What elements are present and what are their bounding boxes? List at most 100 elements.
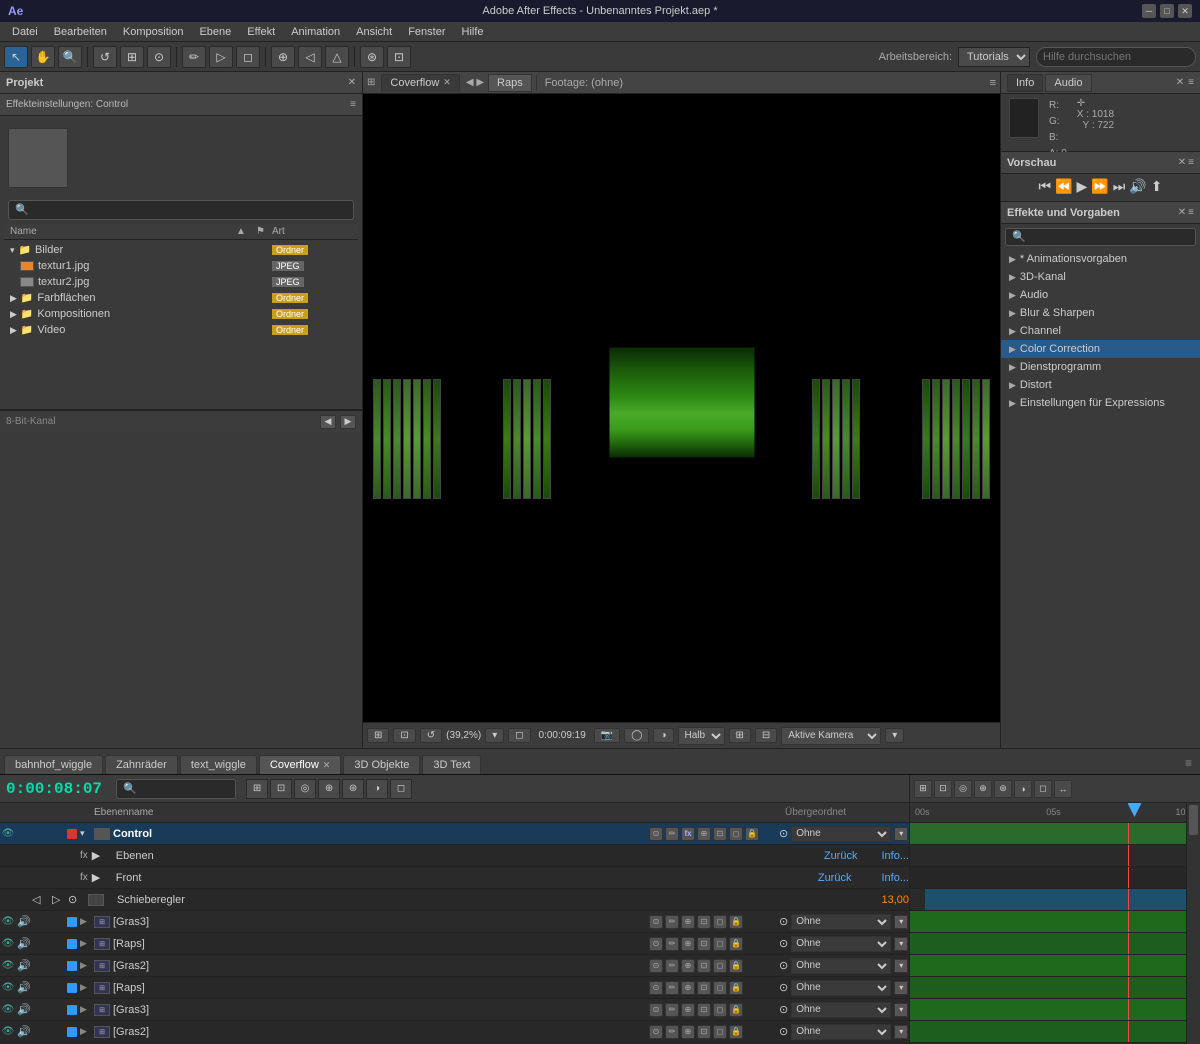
effects-presets-menu-icon[interactable]: ≡	[1188, 207, 1194, 218]
tree-row-textur1[interactable]: textur1.jpg JPEG	[14, 258, 358, 274]
tab-coverflow[interactable]: Coverflow ✕	[259, 755, 341, 774]
minimize-button[interactable]: ─	[1142, 4, 1156, 18]
arrow-right-btn[interactable]: ▶	[340, 415, 356, 429]
effect-animationsvorgaben[interactable]: ▶ * Animationsvorgaben	[1001, 250, 1200, 268]
layer-audio-raps-2[interactable]: 🔊	[16, 981, 32, 994]
fx-icon-g32-6[interactable]: 🔒	[729, 1003, 743, 1017]
effect-3d-kanal[interactable]: ▶ 3D-Kanal	[1001, 268, 1200, 286]
effects-search-input[interactable]	[1005, 228, 1196, 246]
hand-tool[interactable]: ✋	[31, 46, 55, 68]
fx-icon-r1-3[interactable]: ⊕	[681, 937, 695, 951]
parent-btn-raps-1[interactable]: ▾	[894, 937, 908, 951]
layer-expand-gras3-1[interactable]: ▶	[80, 916, 94, 927]
fx-icon-g3-5[interactable]: ◻	[713, 915, 727, 929]
layer-row-front[interactable]: fx ▶ Front Zurück Info...	[0, 867, 909, 889]
fx-icon-g3-1[interactable]: ⊙	[649, 915, 663, 929]
project-panel-close-icon[interactable]: ✕	[348, 77, 356, 88]
camera-dropdown-btn[interactable]: ▾	[885, 728, 904, 743]
fx-icon-g22-3[interactable]: ⊕	[681, 1025, 695, 1039]
ruler-tool-7[interactable]: ◻	[1034, 780, 1052, 798]
effect-audio[interactable]: ▶ Audio	[1001, 286, 1200, 304]
zoom-btn[interactable]: ▾	[485, 728, 504, 743]
effect-expressions[interactable]: ▶ Einstellungen für Expressions	[1001, 394, 1200, 412]
audio-tab[interactable]: Audio	[1045, 74, 1091, 92]
close-button[interactable]: ✕	[1178, 4, 1192, 18]
timeline-bar-control[interactable]	[910, 823, 1200, 845]
preview-next-btn[interactable]: ⏩	[1091, 178, 1108, 195]
timeline-scrollbar-thumb[interactable]	[1189, 805, 1198, 835]
layer-row-gras2-2[interactable]: 👁 🔊 ▶ ⊞ [Gras2] ⊙ ✏ ⊕ ⊡ ◻ 🔒 ⊙	[0, 1021, 909, 1043]
preview-prev-btn[interactable]: ⏪	[1055, 178, 1072, 195]
layer-motion-btn[interactable]: ⊛	[342, 779, 364, 799]
layer-mask-btn[interactable]: ◎	[294, 779, 316, 799]
menu-datei[interactable]: Datei	[4, 24, 46, 40]
pin-tool[interactable]: ⊡	[387, 46, 411, 68]
region-btn[interactable]: ⊡	[393, 728, 415, 743]
ebenen-info-link[interactable]: Info...	[881, 850, 909, 862]
comp-tab-raps[interactable]: Raps	[488, 74, 532, 92]
menu-effekt[interactable]: Effekt	[239, 24, 283, 40]
menu-bearbeiten[interactable]: Bearbeiten	[46, 24, 115, 40]
timeline-bar-front[interactable]	[910, 867, 1200, 889]
ruler-tool-6[interactable]: ◑	[1014, 780, 1032, 798]
layer-expand-raps-2[interactable]: ▶	[80, 982, 94, 993]
ruler-tool-1[interactable]: ⊞	[914, 780, 932, 798]
front-back-link[interactable]: Zurück	[818, 872, 852, 884]
comp-tab-arrow[interactable]: ◀ ▶	[466, 77, 484, 88]
layer-row-raps-2[interactable]: 👁 🔊 ▶ ⊞ [Raps] ⊙ ✏ ⊕ ⊡ ◻ 🔒 ⊙	[0, 977, 909, 999]
ruler-tool-2[interactable]: ⊡	[934, 780, 952, 798]
layer-row-gras3-2[interactable]: 👁 🔊 ▶ ⊞ [Gras3] ⊙ ✏ ⊕ ⊡ ◻ 🔒 ⊙	[0, 999, 909, 1021]
info-panel-menu-icon[interactable]: ≡	[1188, 77, 1194, 88]
ruler-expand-btn[interactable]: ↔	[1054, 780, 1072, 798]
effect-channel[interactable]: ▶ Channel	[1001, 322, 1200, 340]
camera-select[interactable]: Aktive Kamera	[781, 727, 881, 745]
tree-row-kompositionen[interactable]: ▶ 📁 Kompositionen Ordner	[4, 306, 358, 322]
parent-select-raps-2[interactable]: Ohne	[791, 980, 891, 996]
timeline-menu-icon[interactable]: ≡	[1181, 752, 1196, 774]
layer-graph-btn[interactable]: ⊡	[270, 779, 292, 799]
ruler-tool-4[interactable]: ⊕	[974, 780, 992, 798]
alpha-btn[interactable]: ◑	[653, 728, 673, 743]
parent-btn-gras3-1[interactable]: ▾	[894, 915, 908, 929]
parent-btn-raps-2[interactable]: ▾	[894, 981, 908, 995]
parent-select-gras3-1[interactable]: Ohne	[791, 914, 891, 930]
fx-3d-icon[interactable]: ⊡	[713, 827, 727, 841]
quality-select[interactable]: Halb	[678, 727, 725, 745]
region-select[interactable]: ⊟	[755, 728, 777, 743]
layer-vis2-schieberegler[interactable]: ⊙	[68, 893, 88, 906]
layer-vis-gras3-1[interactable]: 👁	[0, 911, 16, 933]
mask-tool[interactable]: ▷	[209, 46, 233, 68]
layer-row-gras2-1[interactable]: 👁 🔊 ▶ ⊞ [Gras2] ⊙ ✏ ⊕ ⊡ ◻ 🔒 ⊙	[0, 955, 909, 977]
fx-icon-r1-6[interactable]: 🔒	[729, 937, 743, 951]
timeline-bar-gras3-1[interactable]	[910, 911, 1200, 933]
comp-tab-close-icon[interactable]: ✕	[443, 77, 451, 88]
layer-vis-raps-2[interactable]: 👁	[0, 977, 16, 999]
fx-frame-icon[interactable]: ◻	[729, 827, 743, 841]
preview-close-icon[interactable]: ✕	[1178, 157, 1186, 168]
layers-search-input[interactable]	[116, 779, 236, 799]
ruler-tool-5[interactable]: ⊛	[994, 780, 1012, 798]
menu-ebene[interactable]: Ebene	[191, 24, 239, 40]
layer-audio-gras3-2[interactable]: 🔊	[16, 1003, 32, 1016]
info-panel-close-icon[interactable]: ✕	[1176, 77, 1184, 88]
fx-icon-g2-1[interactable]: ⊙	[649, 959, 663, 973]
tab-3d-text[interactable]: 3D Text	[422, 755, 481, 774]
parent-btn-gras2-2[interactable]: ▾	[894, 1025, 908, 1039]
orbit-tool[interactable]: ⊙	[147, 46, 171, 68]
layer-audio-raps-1[interactable]: 🔊	[16, 937, 32, 950]
layer-vis-gras2-2[interactable]: 👁	[0, 1021, 16, 1043]
pen-tool[interactable]: ✏	[182, 46, 206, 68]
fx-fx-icon[interactable]: fx	[681, 827, 695, 841]
layer-expand-gras2-1[interactable]: ▶	[80, 960, 94, 971]
rotation-tool[interactable]: ↺	[93, 46, 117, 68]
ruler-content[interactable]: 00s 05s 10s	[910, 803, 1200, 1044]
preview-menu-icon[interactable]: ≡	[1188, 157, 1194, 168]
fx-icon-g32-2[interactable]: ✏	[665, 1003, 679, 1017]
timeline-bar-raps-1[interactable]	[910, 933, 1200, 955]
parent-select-control[interactable]: Ohne	[791, 826, 891, 842]
menu-animation[interactable]: Animation	[283, 24, 348, 40]
fx-icon-g2-6[interactable]: 🔒	[729, 959, 743, 973]
timeline-bar-gras3-2[interactable]	[910, 999, 1200, 1021]
fx-icon-g32-4[interactable]: ⊡	[697, 1003, 711, 1017]
comp-tab-coverflow[interactable]: Coverflow ✕	[381, 74, 459, 92]
